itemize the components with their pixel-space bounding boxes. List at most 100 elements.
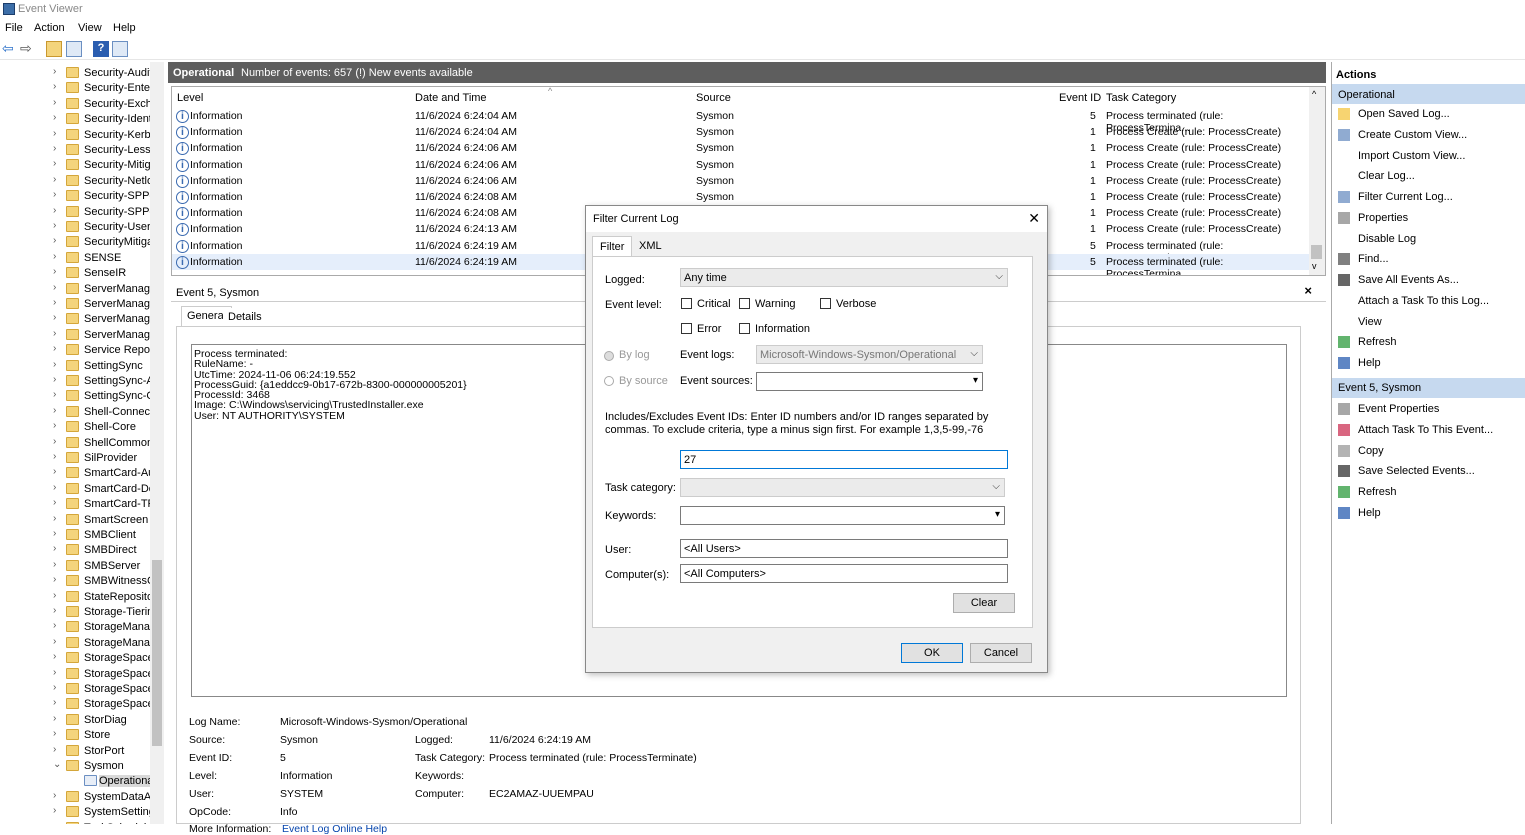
tree-item[interactable]: ›Store bbox=[0, 728, 150, 743]
event-action-item[interactable]: Copy bbox=[1332, 441, 1525, 461]
event-log-help-link[interactable]: Event Log Online Help bbox=[282, 823, 387, 835]
chevron-icon[interactable]: › bbox=[53, 143, 56, 154]
tree-item-operational[interactable]: Operationa bbox=[0, 774, 150, 789]
tree-item[interactable]: ›StorageManag bbox=[0, 620, 150, 635]
user-value[interactable]: SYSTEM bbox=[280, 788, 323, 800]
tree-item[interactable]: ›TaskScheduler bbox=[0, 821, 150, 824]
chevron-icon[interactable]: › bbox=[53, 297, 56, 308]
tree-item[interactable]: ›SilProvider bbox=[0, 451, 150, 466]
event-id-value[interactable]: 5 bbox=[280, 752, 286, 764]
tree-item[interactable]: ›Security-Enter bbox=[0, 81, 150, 96]
event-action-item[interactable]: Help bbox=[1332, 503, 1525, 523]
table-row[interactable]: iInformation11/6/2024 6:24:04 AMSysmon5P… bbox=[172, 108, 1309, 124]
folder-up-icon[interactable] bbox=[46, 41, 62, 57]
log-action-item[interactable]: Filter Current Log... bbox=[1332, 187, 1525, 207]
log-action-item[interactable]: Disable Log bbox=[1332, 229, 1525, 249]
keywords-dropdown[interactable]: ▾ bbox=[680, 506, 1005, 525]
tree-item[interactable]: ›ServerManage bbox=[0, 282, 150, 297]
log-action-item[interactable]: View bbox=[1332, 312, 1525, 332]
menu-view[interactable]: View bbox=[78, 22, 102, 34]
tree-item[interactable]: ⌄Sysmon bbox=[0, 759, 150, 774]
log-action-item[interactable]: Open Saved Log... bbox=[1332, 104, 1525, 124]
task-category-value[interactable]: Process terminated (rule: ProcessTermina… bbox=[489, 752, 697, 764]
chevron-icon[interactable]: › bbox=[53, 805, 56, 816]
tree-item[interactable]: ›SENSE bbox=[0, 251, 150, 266]
chevron-icon[interactable]: › bbox=[53, 66, 56, 77]
tree-item[interactable]: ›SmartCard-TP bbox=[0, 497, 150, 512]
tree-item[interactable]: ›SettingSync-O bbox=[0, 389, 150, 404]
col-task-category[interactable]: Task Category bbox=[1106, 92, 1176, 104]
tree-item[interactable]: ›Service Report bbox=[0, 343, 150, 358]
opcode-value[interactable]: Info bbox=[280, 806, 298, 818]
col-level[interactable]: Level bbox=[177, 92, 203, 104]
tree-item[interactable]: ›Shell-Core bbox=[0, 420, 150, 435]
chevron-icon[interactable]: › bbox=[53, 620, 56, 631]
log-name-value[interactable]: Microsoft-Windows-Sysmon/Operational bbox=[280, 716, 467, 728]
event-ids-input[interactable]: 27 bbox=[680, 450, 1008, 469]
scroll-down-icon[interactable]: v bbox=[1312, 261, 1317, 271]
event-sources-dropdown[interactable]: ▾ bbox=[756, 372, 983, 391]
chevron-icon[interactable]: › bbox=[53, 266, 56, 277]
tree-item[interactable]: ›ServerManage bbox=[0, 328, 150, 343]
chevron-icon[interactable]: › bbox=[53, 174, 56, 185]
forward-arrow-icon[interactable]: ⇨ bbox=[20, 41, 36, 57]
checkbox-warning[interactable] bbox=[739, 298, 750, 309]
tree-item[interactable]: ›Shell-Connect bbox=[0, 405, 150, 420]
log-action-item[interactable]: Refresh bbox=[1332, 332, 1525, 352]
tree-item[interactable]: ›StorageSpaces bbox=[0, 682, 150, 697]
event-action-item[interactable]: Event Properties bbox=[1332, 399, 1525, 419]
chevron-icon[interactable]: › bbox=[53, 574, 56, 585]
tree-item[interactable]: ›SenseIR bbox=[0, 266, 150, 281]
grid-scrollbar[interactable]: ^ v bbox=[1309, 87, 1325, 275]
col-source[interactable]: Source bbox=[696, 92, 731, 104]
chevron-icon[interactable]: › bbox=[53, 821, 56, 824]
chevron-icon[interactable]: › bbox=[53, 636, 56, 647]
chevron-icon[interactable]: ⌄ bbox=[53, 759, 61, 770]
chevron-icon[interactable]: › bbox=[53, 158, 56, 169]
menu-help[interactable]: Help bbox=[113, 22, 136, 34]
tree-item[interactable]: ›SettingSync-A bbox=[0, 374, 150, 389]
chevron-icon[interactable]: › bbox=[53, 697, 56, 708]
col-date-time[interactable]: Date and Time bbox=[415, 92, 487, 104]
chevron-icon[interactable]: › bbox=[53, 482, 56, 493]
chevron-icon[interactable]: › bbox=[53, 251, 56, 262]
tree-item[interactable]: ›StorPort bbox=[0, 744, 150, 759]
col-event-id[interactable]: Event ID bbox=[1059, 92, 1101, 104]
tree-item[interactable]: ›Security-Excha bbox=[0, 97, 150, 112]
close-detail-icon[interactable]: × bbox=[1304, 283, 1312, 298]
dialog-close-icon[interactable]: ✕ bbox=[1028, 210, 1040, 227]
checkbox-verbose[interactable] bbox=[820, 298, 831, 309]
chevron-icon[interactable]: › bbox=[53, 744, 56, 755]
log-action-item[interactable]: Import Custom View... bbox=[1332, 146, 1525, 166]
clear-button[interactable]: Clear bbox=[953, 593, 1015, 613]
back-arrow-icon[interactable]: ⇦ bbox=[2, 41, 18, 57]
tree-item[interactable]: ›StorageSpaces bbox=[0, 651, 150, 666]
checkbox-error[interactable] bbox=[681, 323, 692, 334]
tree-item[interactable]: ›Security-UserC bbox=[0, 220, 150, 235]
tree-item[interactable]: ›SystemSetting bbox=[0, 805, 150, 820]
help-icon[interactable]: ? bbox=[93, 41, 109, 57]
actions-section-operational[interactable]: Operational bbox=[1332, 84, 1525, 104]
chevron-icon[interactable]: › bbox=[53, 790, 56, 801]
chevron-icon[interactable]: › bbox=[53, 528, 56, 539]
chevron-icon[interactable]: › bbox=[53, 590, 56, 601]
table-row[interactable]: iInformation11/6/2024 6:24:06 AMSysmon1P… bbox=[172, 140, 1309, 156]
tree-item[interactable]: ›SMBServer bbox=[0, 559, 150, 574]
chevron-icon[interactable]: › bbox=[53, 543, 56, 554]
dialog-tab-xml[interactable]: XML bbox=[632, 236, 669, 256]
chevron-icon[interactable]: › bbox=[53, 667, 56, 678]
actions-section-event[interactable]: Event 5, Sysmon bbox=[1332, 378, 1525, 398]
table-row[interactable]: iInformation11/6/2024 6:24:06 AMSysmon1P… bbox=[172, 157, 1309, 173]
chevron-icon[interactable]: › bbox=[53, 282, 56, 293]
chevron-icon[interactable]: › bbox=[53, 405, 56, 416]
tree-item[interactable]: ›StorDiag bbox=[0, 713, 150, 728]
chevron-icon[interactable]: › bbox=[53, 235, 56, 246]
task-category-dropdown[interactable]: ⌵ bbox=[680, 478, 1005, 497]
logged-dropdown[interactable]: Any time ⌵ bbox=[680, 268, 1008, 287]
tree-item[interactable]: ›SmartCard-Au bbox=[0, 466, 150, 481]
tree-item[interactable]: ›StateRepositor bbox=[0, 590, 150, 605]
dialog-tab-filter[interactable]: Filter bbox=[592, 236, 632, 257]
radio-by-log[interactable] bbox=[604, 351, 614, 361]
tree-item[interactable]: ›SMBClient bbox=[0, 528, 150, 543]
log-action-item[interactable]: Help bbox=[1332, 353, 1525, 373]
